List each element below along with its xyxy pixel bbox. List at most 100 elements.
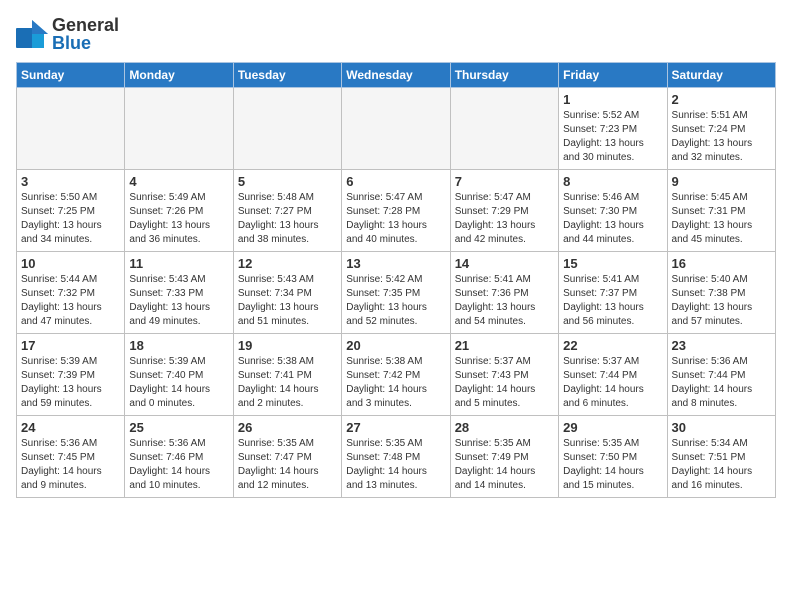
header: General Blue <box>16 16 776 52</box>
calendar-cell: 22 Sunrise: 5:37 AMSunset: 7:44 PMDayligh… <box>559 334 667 416</box>
day-info: Sunrise: 5:34 AMSunset: 7:51 PMDaylight:… <box>672 437 771 493</box>
calendar-cell: 24 Sunrise: 5:36 AMSunset: 7:45 PMDayligh… <box>17 416 125 498</box>
day-number: 25 <box>129 420 228 435</box>
day-info: Sunrise: 5:36 AMSunset: 7:45 PMDaylight:… <box>21 437 120 493</box>
day-number: 17 <box>21 338 120 353</box>
calendar-cell: 23 Sunrise: 5:36 AMSunset: 7:44 PMDayligh… <box>667 334 775 416</box>
calendar-cell: 27 Sunrise: 5:35 AMSunset: 7:48 PMDayligh… <box>342 416 450 498</box>
calendar-cell: 26 Sunrise: 5:35 AMSunset: 7:47 PMDayligh… <box>233 416 341 498</box>
day-info: Sunrise: 5:35 AMSunset: 7:47 PMDaylight:… <box>238 437 337 493</box>
weekday-header-sunday: Sunday <box>17 63 125 88</box>
weekday-header-monday: Monday <box>125 63 233 88</box>
calendar-cell: 13Sunrise: 5:42 AMSunset: 7:35 PMDayligh… <box>342 252 450 334</box>
day-number: 8 <box>563 174 662 189</box>
weekday-header-thursday: Thursday <box>450 63 558 88</box>
weekday-header-tuesday: Tuesday <box>233 63 341 88</box>
day-number: 24 <box>21 420 120 435</box>
day-info: Sunrise: 5:39 AMSunset: 7:39 PMDaylight:… <box>21 355 120 411</box>
calendar-cell: 10 Sunrise: 5:44 AMSunset: 7:32 PMDayligh… <box>17 252 125 334</box>
day-info: Sunrise: 5:46 AMSunset: 7:30 PMDaylight:… <box>563 191 662 247</box>
day-number: 18 <box>129 338 228 353</box>
day-info: Sunrise: 5:49 AMSunset: 7:26 PMDaylight:… <box>129 191 228 247</box>
calendar-cell: 3Sunrise: 5:50 AMSunset: 7:25 PMDaylight… <box>17 170 125 252</box>
weekday-header-friday: Friday <box>559 63 667 88</box>
day-info: Sunrise: 5:37 AMSunset: 7:43 PMDaylight:… <box>455 355 554 411</box>
logo-icon <box>16 20 48 48</box>
calendar-cell: 9 Sunrise: 5:45 AMSunset: 7:31 PMDaylight… <box>667 170 775 252</box>
day-number: 23 <box>672 338 771 353</box>
calendar-cell: 16 Sunrise: 5:40 AMSunset: 7:38 PMDayligh… <box>667 252 775 334</box>
logo-blue: Blue <box>52 34 119 52</box>
day-number: 16 <box>672 256 771 271</box>
day-info: Sunrise: 5:35 AMSunset: 7:48 PMDaylight:… <box>346 437 445 493</box>
calendar-cell: 28 Sunrise: 5:35 AMSunset: 7:49 PMDayligh… <box>450 416 558 498</box>
day-info: Sunrise: 5:48 AMSunset: 7:27 PMDaylight:… <box>238 191 337 247</box>
day-number: 10 <box>21 256 120 271</box>
day-number: 15 <box>563 256 662 271</box>
day-number: 20 <box>346 338 445 353</box>
calendar-cell: 29 Sunrise: 5:35 AMSunset: 7:50 PMDayligh… <box>559 416 667 498</box>
calendar-cell: 8 Sunrise: 5:46 AMSunset: 7:30 PMDaylight… <box>559 170 667 252</box>
day-info: Sunrise: 5:51 AMSunset: 7:24 PMDaylight:… <box>672 109 771 165</box>
calendar-cell: 12 Sunrise: 5:43 AMSunset: 7:34 PMDayligh… <box>233 252 341 334</box>
day-info: Sunrise: 5:35 AMSunset: 7:50 PMDaylight:… <box>563 437 662 493</box>
calendar-cell <box>125 88 233 170</box>
day-info: Sunrise: 5:37 AMSunset: 7:44 PMDaylight:… <box>563 355 662 411</box>
day-number: 26 <box>238 420 337 435</box>
day-info: Sunrise: 5:45 AMSunset: 7:31 PMDaylight:… <box>672 191 771 247</box>
weekday-header-saturday: Saturday <box>667 63 775 88</box>
calendar-cell: 5 Sunrise: 5:48 AMSunset: 7:27 PMDaylight… <box>233 170 341 252</box>
day-number: 9 <box>672 174 771 189</box>
calendar-cell: 20 Sunrise: 5:38 AMSunset: 7:42 PMDayligh… <box>342 334 450 416</box>
day-info: Sunrise: 5:47 AMSunset: 7:28 PMDaylight:… <box>346 191 445 247</box>
day-info: Sunrise: 5:36 AMSunset: 7:44 PMDaylight:… <box>672 355 771 411</box>
calendar-cell: 7Sunrise: 5:47 AMSunset: 7:29 PMDaylight… <box>450 170 558 252</box>
calendar-cell <box>450 88 558 170</box>
calendar-cell: 4 Sunrise: 5:49 AMSunset: 7:26 PMDaylight… <box>125 170 233 252</box>
day-number: 6 <box>346 174 445 189</box>
calendar-cell: 30 Sunrise: 5:34 AMSunset: 7:51 PMDayligh… <box>667 416 775 498</box>
calendar-cell <box>342 88 450 170</box>
day-info: Sunrise: 5:38 AMSunset: 7:41 PMDaylight:… <box>238 355 337 411</box>
day-number: 1 <box>563 92 662 107</box>
day-number: 14 <box>455 256 554 271</box>
calendar-cell: 2 Sunrise: 5:51 AMSunset: 7:24 PMDaylight… <box>667 88 775 170</box>
calendar-cell: 15Sunrise: 5:41 AMSunset: 7:37 PMDayligh… <box>559 252 667 334</box>
day-number: 4 <box>129 174 228 189</box>
day-info: Sunrise: 5:44 AMSunset: 7:32 PMDaylight:… <box>21 273 120 329</box>
day-info: Sunrise: 5:52 AMSunset: 7:23 PMDaylight:… <box>563 109 662 165</box>
calendar-cell: 18 Sunrise: 5:39 AMSunset: 7:40 PMDayligh… <box>125 334 233 416</box>
day-number: 30 <box>672 420 771 435</box>
day-number: 3 <box>21 174 120 189</box>
day-number: 28 <box>455 420 554 435</box>
logo: General Blue <box>16 16 119 52</box>
day-number: 11 <box>129 256 228 271</box>
day-number: 5 <box>238 174 337 189</box>
day-number: 29 <box>563 420 662 435</box>
calendar-cell: 17 Sunrise: 5:39 AMSunset: 7:39 PMDayligh… <box>17 334 125 416</box>
day-info: Sunrise: 5:42 AMSunset: 7:35 PMDaylight:… <box>346 273 445 329</box>
calendar-cell: 21Sunrise: 5:37 AMSunset: 7:43 PMDayligh… <box>450 334 558 416</box>
calendar: SundayMondayTuesdayWednesdayThursdayFrid… <box>16 62 776 498</box>
day-number: 12 <box>238 256 337 271</box>
day-info: Sunrise: 5:39 AMSunset: 7:40 PMDaylight:… <box>129 355 228 411</box>
calendar-cell: 11 Sunrise: 5:43 AMSunset: 7:33 PMDayligh… <box>125 252 233 334</box>
day-info: Sunrise: 5:41 AMSunset: 7:36 PMDaylight:… <box>455 273 554 329</box>
calendar-cell: 6 Sunrise: 5:47 AMSunset: 7:28 PMDaylight… <box>342 170 450 252</box>
day-info: Sunrise: 5:40 AMSunset: 7:38 PMDaylight:… <box>672 273 771 329</box>
calendar-cell: 14 Sunrise: 5:41 AMSunset: 7:36 PMDayligh… <box>450 252 558 334</box>
day-info: Sunrise: 5:43 AMSunset: 7:33 PMDaylight:… <box>129 273 228 329</box>
weekday-header-wednesday: Wednesday <box>342 63 450 88</box>
day-info: Sunrise: 5:35 AMSunset: 7:49 PMDaylight:… <box>455 437 554 493</box>
day-info: Sunrise: 5:43 AMSunset: 7:34 PMDaylight:… <box>238 273 337 329</box>
day-number: 22 <box>563 338 662 353</box>
day-number: 27 <box>346 420 445 435</box>
logo-general: General <box>52 16 119 34</box>
day-number: 2 <box>672 92 771 107</box>
calendar-cell <box>17 88 125 170</box>
day-info: Sunrise: 5:38 AMSunset: 7:42 PMDaylight:… <box>346 355 445 411</box>
calendar-cell <box>233 88 341 170</box>
day-info: Sunrise: 5:47 AMSunset: 7:29 PMDaylight:… <box>455 191 554 247</box>
calendar-cell: 19Sunrise: 5:38 AMSunset: 7:41 PMDayligh… <box>233 334 341 416</box>
day-info: Sunrise: 5:36 AMSunset: 7:46 PMDaylight:… <box>129 437 228 493</box>
